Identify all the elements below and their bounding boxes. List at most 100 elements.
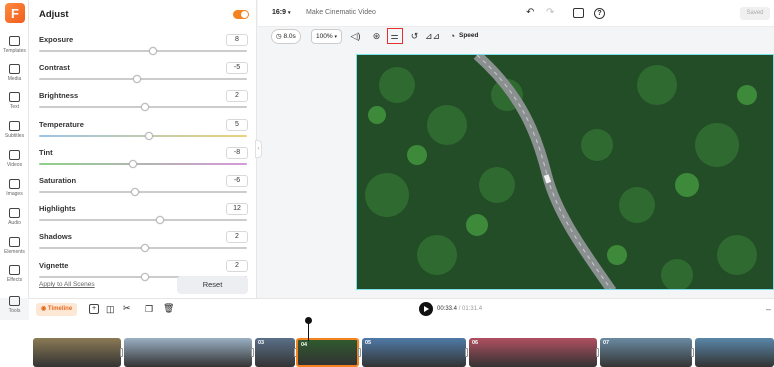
playhead[interactable]: [305, 317, 312, 341]
adjust-icon[interactable]: ⚌: [389, 31, 400, 42]
rail-item-media[interactable]: Media: [0, 64, 29, 82]
filters-icon[interactable]: ⊛: [371, 31, 382, 42]
temperature-slider[interactable]: [39, 131, 247, 140]
add-clip-icon[interactable]: +: [89, 304, 99, 314]
rail-item-videos[interactable]: Videos: [0, 150, 29, 168]
rail-item-tools[interactable]: Tools: [0, 296, 29, 314]
transition-handle[interactable]: [120, 348, 123, 357]
undo-icon[interactable]: ↶: [526, 7, 534, 18]
video-preview[interactable]: [356, 54, 774, 290]
timeline-clip[interactable]: [124, 338, 252, 367]
highlights-label: Highlights: [39, 204, 76, 214]
vignette-input[interactable]: 2: [226, 259, 248, 272]
shadows-input[interactable]: 2: [226, 231, 248, 244]
effects-icon: [9, 265, 20, 275]
rail-item-label: Tools: [8, 308, 21, 314]
exposure-slider[interactable]: [39, 47, 247, 55]
vignette-label: Vignette: [39, 260, 69, 270]
rail-item-elements[interactable]: Elements: [0, 237, 29, 255]
delete-icon[interactable]: 🗑: [163, 303, 174, 314]
timeline-clip[interactable]: 05: [362, 338, 466, 367]
speed-label[interactable]: Speed: [459, 32, 479, 39]
images-icon: [9, 179, 20, 189]
text-icon: [9, 92, 20, 102]
shadows-slider[interactable]: [39, 244, 247, 253]
aerial-forest-road-image: [357, 55, 773, 289]
highlights-slider-thumb[interactable]: [155, 216, 164, 225]
screen-capture-icon[interactable]: [573, 8, 584, 18]
timeline-clip[interactable]: 03: [255, 338, 295, 367]
temperature-slider-thumb[interactable]: [145, 131, 154, 140]
rail-item-audio[interactable]: Audio: [0, 208, 29, 226]
contrast-input[interactable]: -5: [226, 62, 248, 75]
rail-item-label: Videos: [6, 162, 23, 168]
project-title[interactable]: Make Cinematic Video: [306, 9, 376, 16]
help-icon[interactable]: ?: [594, 8, 605, 19]
cut-icon[interactable]: ✂: [123, 303, 131, 314]
temperature-input[interactable]: 5: [226, 118, 248, 131]
duplicate-icon[interactable]: ❐: [145, 304, 153, 315]
highlights-input[interactable]: 12: [226, 203, 248, 216]
transition-handle[interactable]: [251, 348, 254, 357]
videos-icon: [9, 150, 20, 160]
duration-chip[interactable]: ◷ 8.0s: [271, 29, 301, 44]
tint-slider[interactable]: [39, 159, 247, 168]
clip-number: 04: [301, 342, 308, 348]
rail-item-text[interactable]: Text: [0, 92, 29, 110]
rail-item-images[interactable]: Images: [0, 179, 29, 197]
transition-handle[interactable]: [596, 348, 599, 357]
top-bar: 16:9 ▾ Make Cinematic Video ↶ ↷ ? Saved: [258, 0, 774, 27]
exposure-input[interactable]: 8: [226, 34, 248, 46]
brightness-slider[interactable]: [39, 103, 247, 112]
rotate-icon[interactable]: ↺: [409, 31, 420, 42]
rail-item-label: Audio: [8, 220, 21, 226]
split-icon[interactable]: ◫: [106, 304, 115, 315]
more-icon[interactable]: –: [766, 304, 771, 314]
saved-button[interactable]: Saved: [740, 7, 770, 20]
tint-input[interactable]: -8: [226, 146, 248, 159]
adjust-toggle[interactable]: [233, 10, 249, 19]
timeline-clip[interactable]: 06: [469, 338, 597, 367]
contrast-slider[interactable]: [39, 75, 247, 84]
redo-icon[interactable]: ↷: [546, 7, 554, 18]
highlights-slider[interactable]: [39, 216, 247, 225]
apply-all-link[interactable]: Apply to All Scenes: [39, 281, 95, 288]
contrast-label: Contrast: [39, 63, 70, 73]
timeline-clip[interactable]: 04: [296, 338, 359, 367]
panel-title: Adjust: [39, 9, 69, 20]
speed-icon[interactable]: ◔: [447, 31, 458, 42]
app-logo[interactable]: F: [5, 3, 25, 23]
clock-icon: ◷: [276, 33, 282, 40]
exposure-slider-thumb[interactable]: [149, 47, 158, 55]
collapse-handle[interactable]: ‹: [255, 140, 262, 158]
rail-item-subtitles[interactable]: Subtitles: [0, 121, 29, 139]
rail-item-effects[interactable]: Effects: [0, 265, 29, 283]
saturation-slider[interactable]: [39, 188, 247, 196]
play-button[interactable]: [419, 302, 433, 316]
contrast-slider-thumb[interactable]: [132, 75, 141, 84]
audio-icon: [9, 208, 20, 218]
tint-slider-thumb[interactable]: [128, 159, 137, 168]
temperature-label: Temperature: [39, 119, 84, 129]
transition-handle[interactable]: [465, 348, 468, 357]
saturation-input[interactable]: -6: [226, 175, 248, 187]
shadows-slider-thumb[interactable]: [141, 244, 150, 253]
brightness-input[interactable]: 2: [226, 90, 248, 103]
timeline-clip[interactable]: [33, 338, 121, 367]
volume-icon[interactable]: ◁): [350, 31, 361, 42]
timeline-clip[interactable]: [695, 338, 774, 367]
reset-button[interactable]: Reset: [177, 276, 248, 294]
aspect-ratio-select[interactable]: 16:9 ▾: [272, 9, 290, 16]
timeline-clip[interactable]: 07: [600, 338, 692, 367]
saturation-slider-thumb[interactable]: [130, 188, 139, 196]
transition-handle[interactable]: [358, 348, 361, 357]
flip-icon[interactable]: ⊿⊿: [425, 31, 440, 42]
timeline-toggle[interactable]: ◉ Timeline: [36, 303, 78, 316]
rail-item-templates[interactable]: Templates: [0, 36, 29, 54]
transition-handle[interactable]: [691, 348, 694, 357]
zoom-select[interactable]: 100% ▾: [311, 29, 342, 44]
clip-number: 05: [365, 340, 372, 346]
rail-item-label: Effects: [6, 277, 23, 283]
vignette-slider-thumb[interactable]: [141, 272, 150, 281]
brightness-slider-thumb[interactable]: [141, 103, 150, 112]
